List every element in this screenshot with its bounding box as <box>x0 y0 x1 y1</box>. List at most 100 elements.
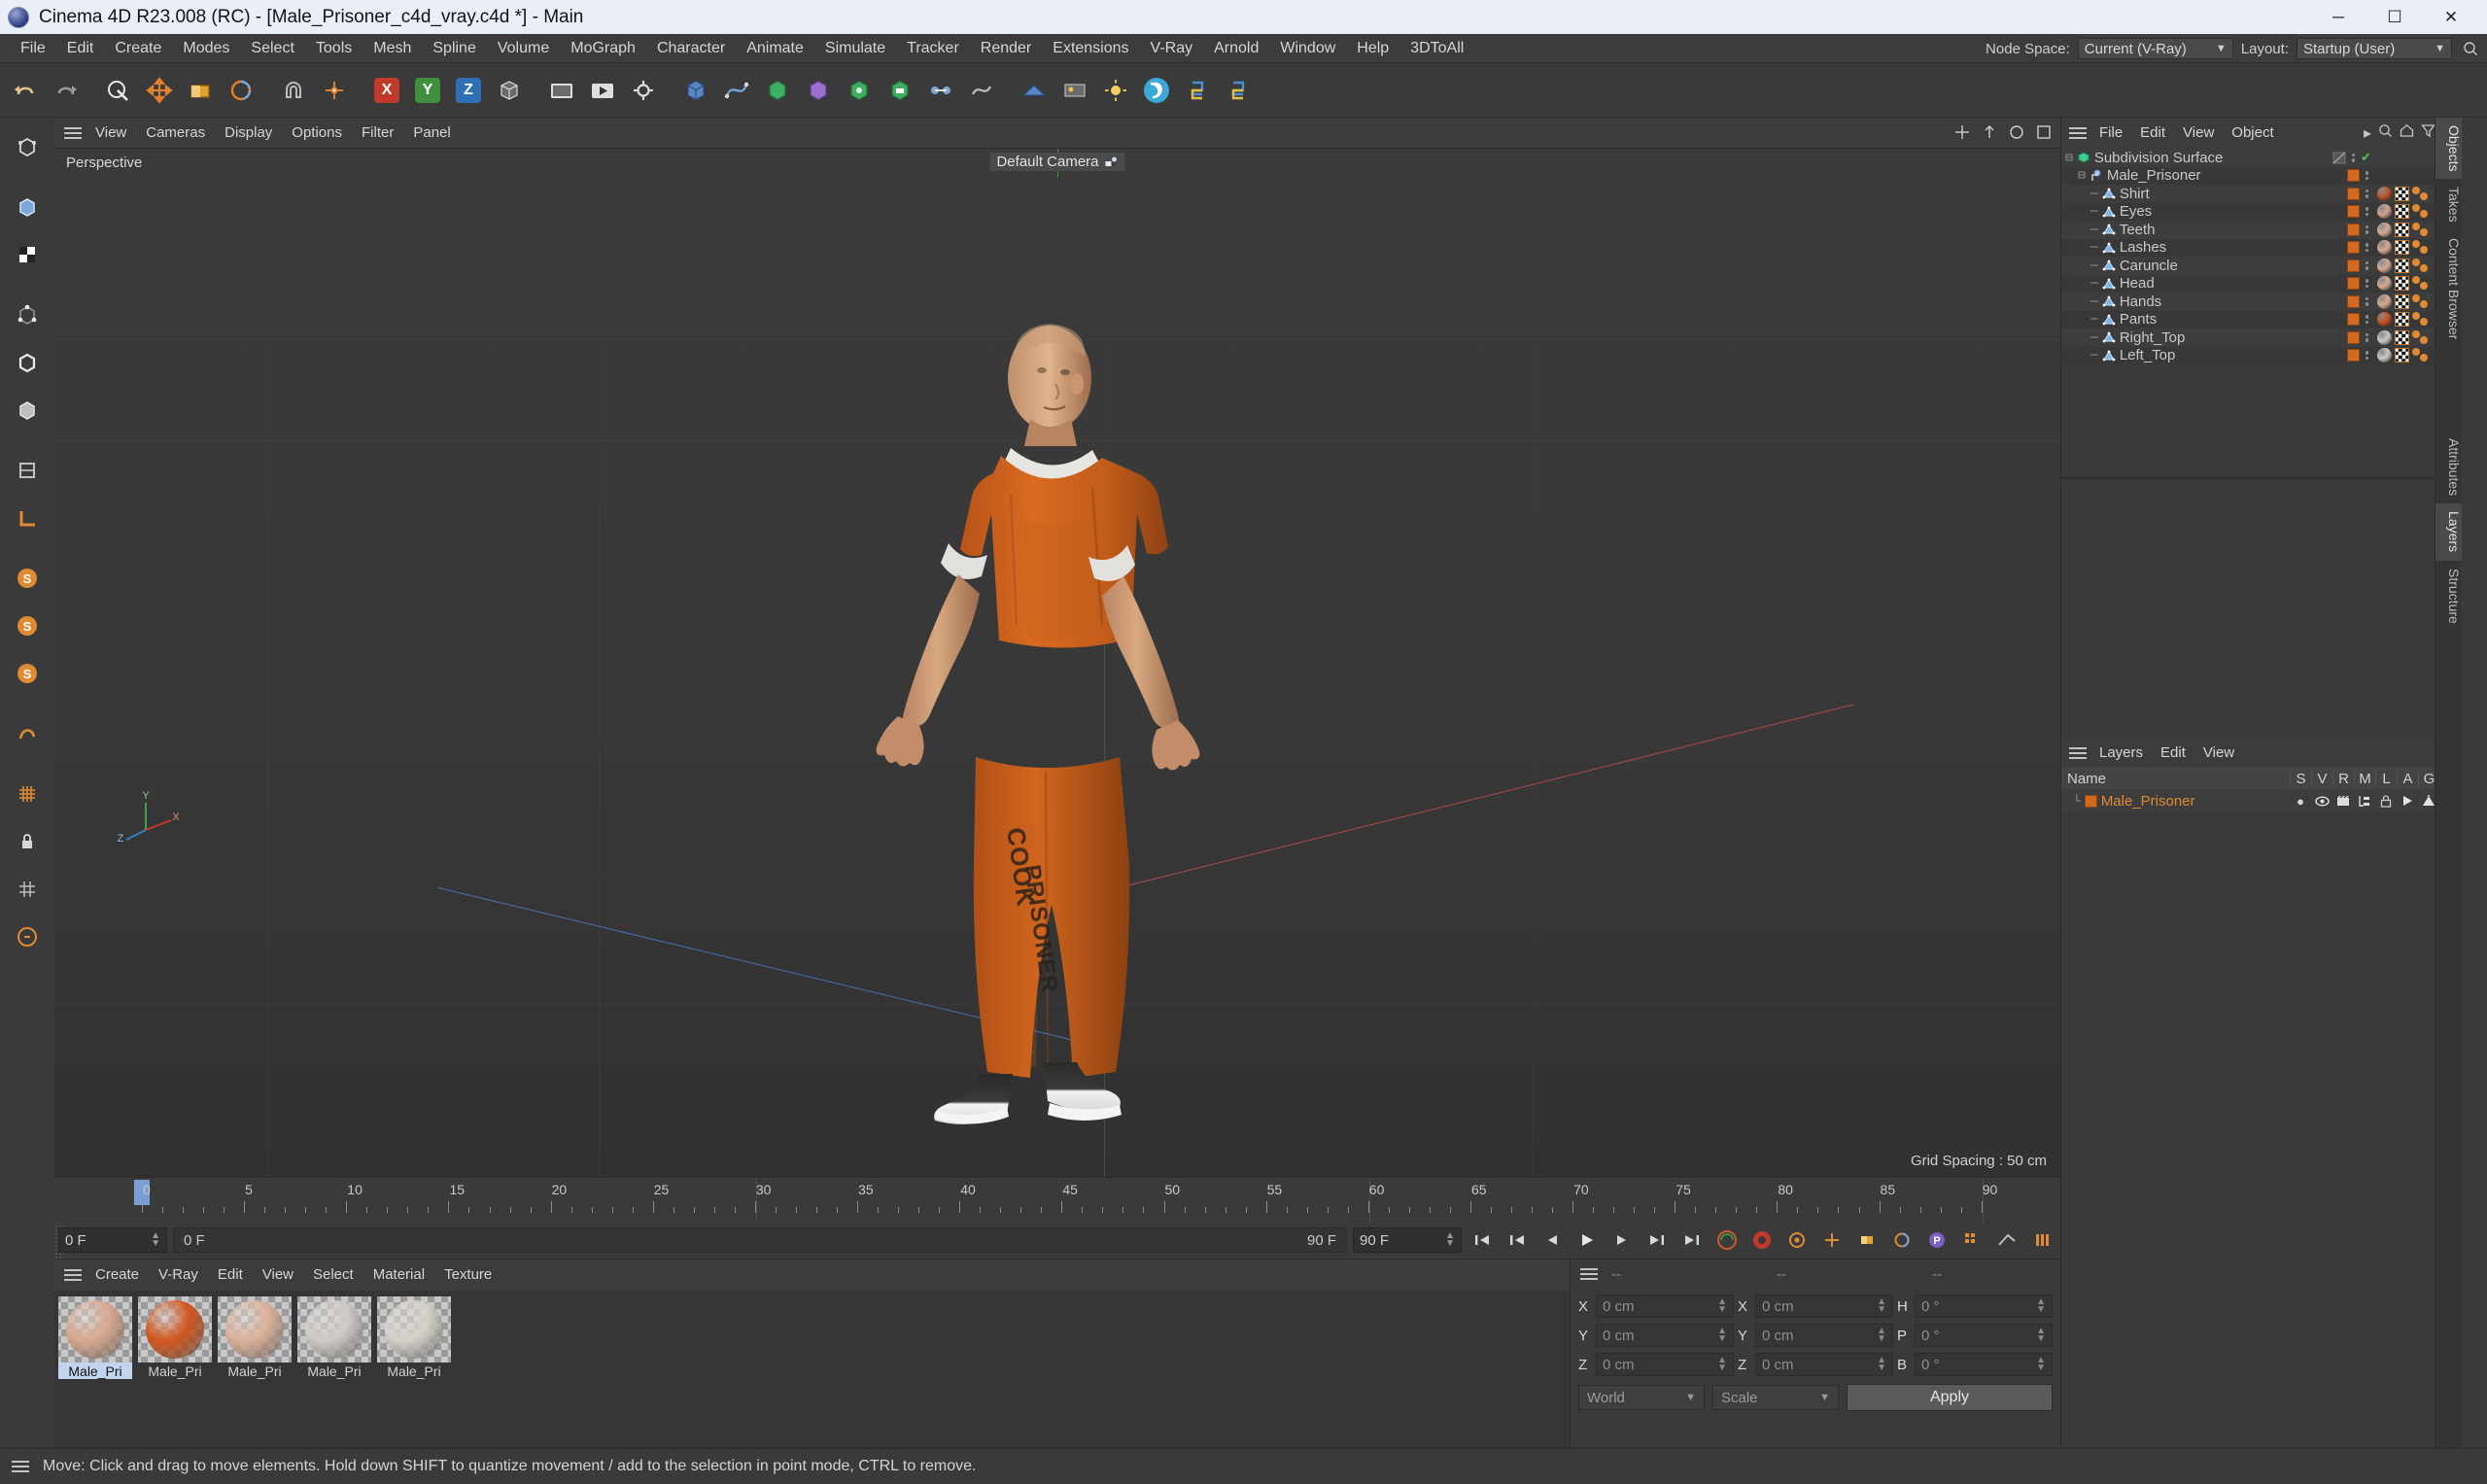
object-visibility-dots[interactable] <box>2363 351 2371 361</box>
lock-y-axis-button[interactable]: Y <box>408 71 447 110</box>
object-visibility-dots[interactable] <box>2363 296 2371 306</box>
layers-menu-layers[interactable]: Layers <box>2090 739 2152 768</box>
material-item[interactable]: Male_Pri <box>218 1296 292 1442</box>
object-layer-color-tag[interactable] <box>2343 187 2363 200</box>
menu-mesh[interactable]: Mesh <box>363 34 422 63</box>
layers-col-v[interactable]: V <box>2311 770 2332 787</box>
end-frame-field[interactable]: 90 F ▲ ▼ <box>1353 1227 1462 1253</box>
menu-extensions[interactable]: Extensions <box>1042 34 1139 63</box>
render-settings-button[interactable] <box>624 71 663 110</box>
material-tag-icon[interactable] <box>2377 222 2392 237</box>
workplane-lock-icon[interactable] <box>6 712 49 755</box>
tree-expand-icon[interactable]: ─ <box>2090 348 2098 362</box>
menu-simulate[interactable]: Simulate <box>814 34 896 63</box>
tab-layers[interactable]: Layers <box>2435 503 2462 561</box>
object-row[interactable]: ─ Pants <box>2061 310 2461 328</box>
zoom-view-icon[interactable] <box>1981 123 1998 144</box>
viewport-3d-canvas[interactable]: Perspective Default Camera Grid Spacing … <box>54 149 2060 1177</box>
object-menu-view[interactable]: View <box>2174 118 2223 149</box>
keyframe-selection-button[interactable] <box>1782 1226 1812 1254</box>
object-visibility-dots[interactable] <box>2363 207 2371 217</box>
spinner-icon[interactable]: ▲ ▼ <box>2036 1356 2046 1373</box>
layer-animation-icon[interactable] <box>2397 795 2418 807</box>
layers-col-a[interactable]: A <box>2397 770 2418 787</box>
object-layer-color-tag[interactable] <box>2330 152 2349 164</box>
tree-expand-icon[interactable]: ─ <box>2090 276 2098 291</box>
key-parameter-button[interactable]: P <box>1922 1226 1952 1254</box>
texture-tag-icon[interactable] <box>2395 293 2409 309</box>
tree-expand-icon[interactable]: ─ <box>2090 330 2098 345</box>
texture-tag-icon[interactable] <box>2395 348 2409 363</box>
layer-color-swatch[interactable] <box>2084 794 2097 808</box>
viewport-menu-panel[interactable]: Panel <box>403 118 460 149</box>
selection-tag-icon[interactable] <box>2412 293 2429 309</box>
object-row[interactable]: ─ Lashes <box>2061 238 2461 257</box>
magnet-tool-button[interactable] <box>274 71 313 110</box>
object-layer-color-tag[interactable] <box>2343 294 2363 308</box>
world-object-coord-button[interactable] <box>490 71 529 110</box>
coord-mode-dropdown[interactable]: Scale ▼ <box>1712 1385 1839 1410</box>
object-layer-color-tag[interactable] <box>2343 223 2363 236</box>
add-cube-button[interactable] <box>676 71 715 110</box>
tab-structure[interactable]: Structure <box>2435 561 2462 632</box>
texture-tag-icon[interactable] <box>2395 258 2409 273</box>
spinner-icon[interactable]: ▲ ▼ <box>1717 1356 1727 1373</box>
menu-spline[interactable]: Spline <box>422 34 486 63</box>
lock-workplane-icon[interactable] <box>6 820 49 863</box>
rotation-h-input[interactable]: 0 ° ▲ ▼ <box>1915 1294 2053 1318</box>
menu-modes[interactable]: Modes <box>172 34 240 63</box>
previous-key-button[interactable] <box>1503 1226 1532 1254</box>
material-tag-icon[interactable] <box>2377 348 2392 363</box>
material-item[interactable]: Male_Pri <box>58 1296 132 1442</box>
select-tool-button[interactable] <box>99 71 138 110</box>
layers-menu-edit[interactable]: Edit <box>2152 739 2194 768</box>
position-y-input[interactable]: 0 cm ▲ ▼ <box>1596 1324 1734 1347</box>
texture-tag-icon[interactable] <box>2395 204 2409 220</box>
object-layer-color-tag[interactable] <box>2343 277 2363 291</box>
selection-tag-icon[interactable] <box>2412 258 2429 273</box>
material-menu-create[interactable]: Create <box>86 1260 149 1291</box>
go-to-start-button[interactable] <box>1468 1226 1497 1254</box>
position-x-input[interactable]: 0 cm ▲ ▼ <box>1596 1294 1734 1318</box>
object-layer-color-tag[interactable] <box>2343 259 2363 272</box>
spinner-icon[interactable]: ▲ ▼ <box>2036 1297 2046 1315</box>
texture-mode-icon[interactable] <box>6 233 49 276</box>
polygons-mode-icon[interactable] <box>6 389 49 431</box>
workplane-icon[interactable] <box>6 497 49 539</box>
add-light-button[interactable] <box>1096 71 1135 110</box>
add-generator-button[interactable] <box>758 71 797 110</box>
python-generator-button[interactable] <box>1219 71 1258 110</box>
minimize-button[interactable]: ─ <box>2310 0 2366 34</box>
search-icon[interactable] <box>2460 38 2481 59</box>
texture-tag-icon[interactable] <box>2395 329 2409 345</box>
close-button[interactable]: ✕ <box>2423 0 2479 34</box>
material-menu-material[interactable]: Material <box>363 1260 434 1291</box>
object-layer-color-tag[interactable] <box>2343 205 2363 219</box>
object-layer-color-tag[interactable] <box>2343 241 2363 255</box>
object-row[interactable]: ─ Hands <box>2061 293 2461 311</box>
viewport-menu-display[interactable]: Display <box>215 118 282 149</box>
search-icon[interactable] <box>2378 123 2393 143</box>
menu-render[interactable]: Render <box>970 34 1042 63</box>
menu-arnold[interactable]: Arnold <box>1203 34 1269 63</box>
add-field-button[interactable] <box>962 71 1001 110</box>
object-layer-color-tag[interactable] <box>2343 313 2363 327</box>
spinner-icon[interactable]: ▲ ▼ <box>2036 1327 2046 1344</box>
menu-character[interactable]: Character <box>646 34 736 63</box>
add-spline-button[interactable] <box>717 71 756 110</box>
add-physical-sky-button[interactable] <box>1055 71 1094 110</box>
vray-button[interactable] <box>1137 71 1176 110</box>
selection-tag-icon[interactable] <box>2412 329 2429 345</box>
character-model-male-prisoner[interactable]: COOK PRISONER <box>785 314 1330 1177</box>
layer-row-male-prisoner[interactable]: └ Male_Prisoner ● <box>2061 789 2461 812</box>
tree-expand-icon[interactable]: ─ <box>2090 223 2098 237</box>
menu-edit[interactable]: Edit <box>56 34 105 63</box>
undo-button[interactable] <box>6 71 45 110</box>
home-icon[interactable] <box>2400 123 2414 143</box>
tab-attributes[interactable]: Attributes <box>2435 431 2462 503</box>
texture-tag-icon[interactable] <box>2395 276 2409 292</box>
object-row[interactable]: ─ Head <box>2061 274 2461 293</box>
material-tag-icon[interactable] <box>2377 276 2392 292</box>
size-y-input[interactable]: 0 cm ▲ ▼ <box>1755 1324 1893 1347</box>
layers-col-m[interactable]: M <box>2354 770 2375 787</box>
